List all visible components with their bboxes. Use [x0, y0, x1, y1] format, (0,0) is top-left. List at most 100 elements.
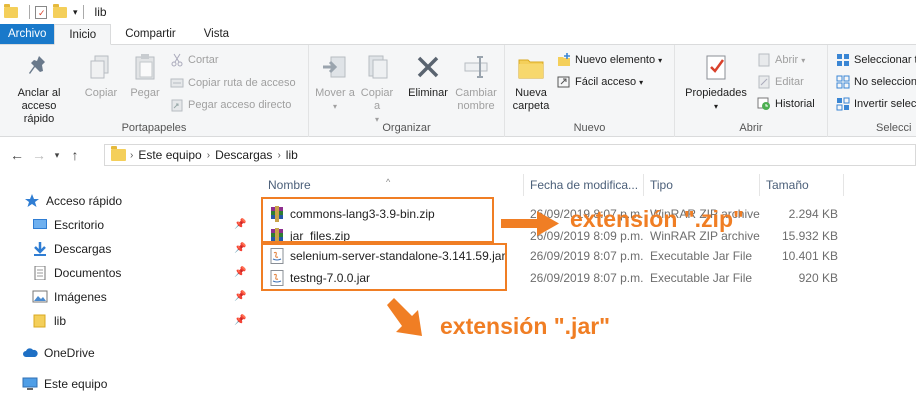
- forward-arrow-icon[interactable]: →: [28, 147, 50, 163]
- group-portapapeles: Anclar al acceso rápido Copiar Pegar Cor…: [0, 45, 309, 137]
- column-header-label: Tipo: [650, 178, 673, 192]
- group-nuevo: Nueva carpeta Nuevo elemento ▾ Fácil acc…: [505, 45, 675, 137]
- sidebar-item-label: Acceso rápido: [46, 194, 123, 208]
- invert-selection-button[interactable]: Invertir selec: [836, 95, 916, 113]
- breadcrumb-este-equipo[interactable]: Este equipo: [138, 148, 201, 162]
- move-to-dropdown-icon: ▾: [332, 102, 337, 111]
- sidebar-item-descargas[interactable]: Descargas: [32, 238, 111, 260]
- group-label-organizar: Organizar: [382, 122, 431, 134]
- new-item-button[interactable]: Nuevo elemento ▾: [557, 51, 662, 69]
- zip-highlight-box: [261, 197, 494, 243]
- easy-access-label: Fácil acceso: [575, 76, 637, 88]
- sidebar-item-label: Documentos: [54, 266, 122, 280]
- tab-compartir[interactable]: Compartir: [111, 24, 189, 44]
- group-label-portapapeles: Portapapeles: [121, 122, 187, 134]
- column-header-label: Fecha de modifica...: [530, 178, 639, 192]
- pin-icon: 📌: [234, 219, 247, 230]
- select-none-button[interactable]: No seleccion: [836, 73, 916, 91]
- breadcrumb-chevron-icon[interactable]: ›: [130, 150, 133, 161]
- paste-shortcut-button[interactable]: Pegar acceso directo: [170, 96, 291, 114]
- sidebar-item-lib[interactable]: lib: [32, 310, 66, 332]
- divider: [82, 5, 84, 19]
- new-folder-icon: [515, 51, 547, 83]
- rename-button[interactable]: Cambiar nombre: [451, 51, 501, 113]
- address-box[interactable]: › Este equipo › Descargas › lib: [104, 144, 916, 166]
- recent-locations-chevron-icon[interactable]: ▾: [50, 150, 64, 161]
- sidebar-item-documentos[interactable]: Documentos: [32, 262, 121, 284]
- open-button[interactable]: Abrir ▾: [757, 51, 805, 69]
- zip-arrow-icon: [501, 211, 559, 236]
- tab-archivo[interactable]: Archivo: [0, 24, 55, 44]
- sidebar-item-este-equipo[interactable]: Este equipo: [22, 373, 107, 395]
- tab-vista[interactable]: Vista: [190, 24, 243, 44]
- sidebar-item-acceso-rapido[interactable]: Acceso rápido: [24, 190, 122, 212]
- rename-label-1: Cambiar: [455, 87, 497, 99]
- desktop-icon: [32, 218, 48, 232]
- column-header-tipo[interactable]: Tipo: [644, 174, 760, 196]
- sort-ascending-icon: ^: [386, 177, 391, 187]
- pin-quick-access-button[interactable]: Anclar al acceso rápido: [6, 51, 72, 126]
- window-title: lib: [94, 5, 107, 19]
- paste-button[interactable]: Pegar: [124, 51, 166, 100]
- invert-selection-label: Invertir selec: [854, 98, 916, 110]
- properties-button[interactable]: Propiedades ▾: [681, 51, 751, 113]
- copy-to-button[interactable]: Copiar a ▾: [357, 51, 397, 126]
- scissors-icon: [170, 53, 184, 67]
- cut-label: Cortar: [188, 54, 219, 66]
- file-size: 15.932 KB: [781, 229, 838, 243]
- delete-x-icon: [412, 51, 444, 83]
- up-arrow-icon[interactable]: ↑: [64, 147, 86, 163]
- easy-access-dropdown-icon: ▾: [639, 77, 644, 87]
- column-header-nombre[interactable]: ^ Nombre: [262, 174, 524, 196]
- select-all-button[interactable]: Seleccionar t: [836, 51, 916, 69]
- delete-button[interactable]: Eliminar: [405, 51, 451, 100]
- column-header-fecha[interactable]: Fecha de modifica...: [524, 174, 644, 196]
- cut-button[interactable]: Cortar: [170, 51, 219, 69]
- edit-icon: [757, 75, 771, 89]
- easy-access-button[interactable]: Fácil acceso ▾: [557, 73, 643, 91]
- pin-icon: 📌: [234, 291, 247, 302]
- new-folder-quick-icon[interactable]: [53, 3, 67, 18]
- file-type: Executable Jar File: [650, 249, 753, 263]
- new-folder-button[interactable]: Nueva carpeta: [509, 51, 553, 113]
- title-bar: ✓ ▾ lib: [0, 0, 916, 24]
- sidebar-item-escritorio[interactable]: Escritorio: [32, 214, 104, 236]
- ribbon: Anclar al acceso rápido Copiar Pegar Cor…: [0, 45, 916, 137]
- select-none-label: No seleccion: [854, 76, 916, 88]
- history-button[interactable]: Historial: [757, 95, 815, 113]
- folder-icon: [4, 3, 18, 18]
- select-all-label: Seleccionar t: [854, 54, 916, 66]
- breadcrumb-chevron-icon[interactable]: ›: [207, 150, 210, 161]
- properties-quick-icon[interactable]: ✓: [35, 5, 47, 19]
- group-seleccionar: Seleccionar t No seleccion Invertir sele…: [828, 45, 916, 137]
- history-label: Historial: [775, 98, 815, 110]
- tab-inicio[interactable]: Inicio: [54, 24, 112, 45]
- pin-label-1: Anclar al: [17, 87, 61, 99]
- customize-toolbar-icon[interactable]: ▾: [73, 7, 78, 18]
- copy-button[interactable]: Copiar: [82, 51, 120, 100]
- breadcrumb-descargas[interactable]: Descargas: [215, 148, 272, 162]
- sidebar-item-label: Imágenes: [54, 290, 107, 304]
- sidebar-item-label: Este equipo: [44, 377, 108, 391]
- breadcrumb-lib[interactable]: lib: [286, 148, 298, 162]
- address-bar-row: ← → ▾ ↑ › Este equipo › Descargas › lib: [0, 140, 916, 170]
- back-arrow-icon[interactable]: ←: [6, 147, 28, 163]
- copy-to-label: Copiar a: [360, 87, 394, 112]
- copy-label: Copiar: [84, 87, 118, 99]
- move-to-button[interactable]: Mover a ▾: [315, 51, 355, 113]
- group-label-seleccionar: Selecci: [876, 122, 912, 134]
- sidebar-item-imagenes[interactable]: Imágenes: [32, 286, 107, 308]
- sidebar-item-label: OneDrive: [44, 346, 95, 360]
- file-size: 920 KB: [798, 271, 838, 285]
- breadcrumb-chevron-icon[interactable]: ›: [277, 150, 280, 161]
- sidebar-item-onedrive[interactable]: OneDrive: [22, 342, 95, 364]
- copy-path-button[interactable]: Copiar ruta de acceso: [170, 74, 296, 92]
- edit-label: Editar: [775, 76, 804, 88]
- column-header-tamano[interactable]: Tamaño: [760, 174, 844, 196]
- pictures-icon: [32, 290, 48, 304]
- edit-button[interactable]: Editar: [757, 73, 804, 91]
- history-icon: [757, 97, 771, 111]
- new-item-dropdown-icon: ▾: [658, 55, 663, 65]
- jar-highlight-box: [261, 243, 507, 291]
- jar-annotation-label: extensión ".jar": [440, 313, 611, 339]
